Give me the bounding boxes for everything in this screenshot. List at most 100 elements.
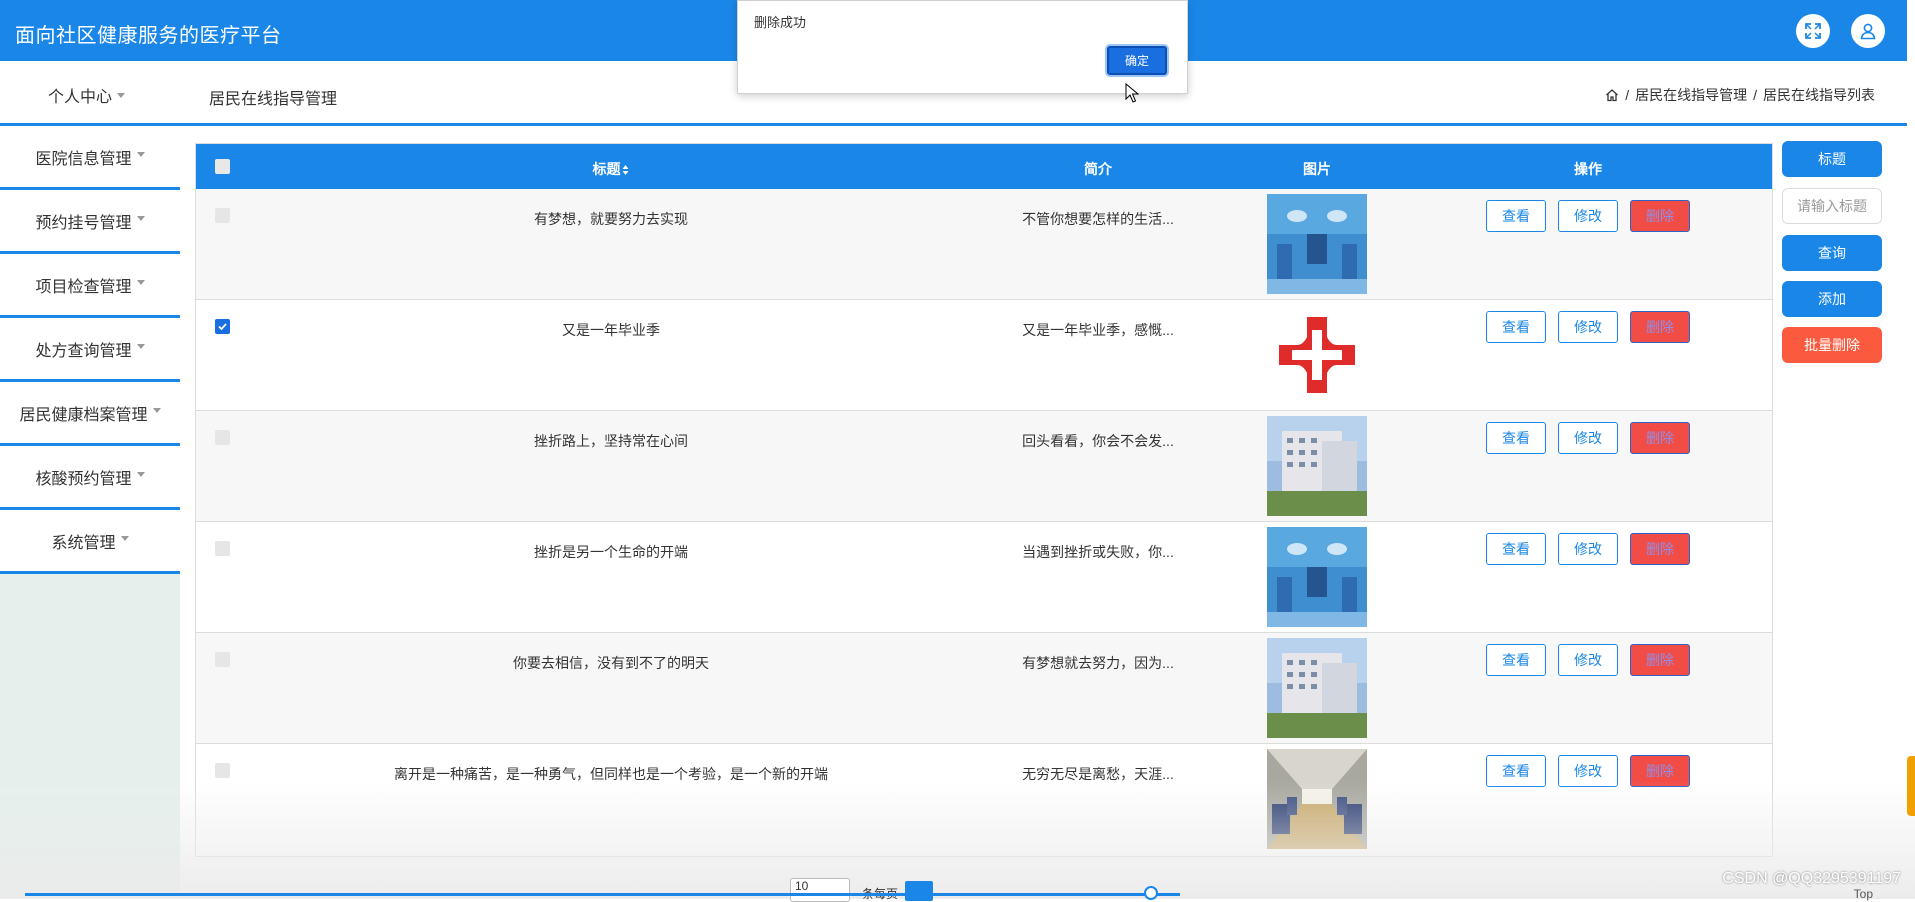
row-title: 你要去相信，没有到不了的明天 bbox=[513, 655, 709, 671]
sidebar-item-system[interactable]: 系统管理 bbox=[0, 510, 180, 574]
add-button[interactable]: 添加 bbox=[1782, 281, 1882, 317]
breadcrumb-separator: / bbox=[1753, 87, 1757, 103]
delete-button[interactable]: 删除 bbox=[1630, 644, 1690, 676]
user-icon-glyph bbox=[1860, 23, 1876, 40]
sidebar-item-label: 预约挂号管理 bbox=[35, 214, 132, 232]
ward-corridor-photo bbox=[1267, 749, 1367, 849]
hospital-building-photo bbox=[1267, 416, 1367, 516]
row-title: 有梦想，就要努力去实现 bbox=[534, 211, 688, 227]
chevron-down-icon bbox=[136, 344, 145, 349]
sidebar-item-hospital-info[interactable]: 医院信息管理 bbox=[0, 126, 180, 190]
row-intro: 又是一年毕业季，感慨... bbox=[1022, 322, 1174, 338]
chevron-down-icon bbox=[117, 93, 126, 99]
check-icon bbox=[218, 323, 227, 331]
row-title: 挫折路上，坚持常在心间 bbox=[534, 433, 688, 449]
home-icon[interactable] bbox=[1605, 88, 1619, 102]
row-intro: 当遇到挫折或失败，你... bbox=[1022, 544, 1174, 560]
sort-icon[interactable] bbox=[622, 164, 630, 176]
breadcrumb-item-list: 居民在线指导列表 bbox=[1763, 87, 1875, 103]
view-button[interactable]: 查看 bbox=[1486, 533, 1546, 565]
edit-button[interactable]: 修改 bbox=[1558, 533, 1618, 565]
breadcrumb: / 居民在线指导管理 / 居民在线指导列表 bbox=[1605, 85, 1875, 105]
chevron-down-icon bbox=[152, 408, 161, 413]
chevron-down-icon bbox=[136, 152, 145, 157]
table-row: 挫折是另一个生命的开端 当遇到挫折或失败，你... 查看 修改 删除 bbox=[196, 522, 1772, 633]
sidebar-item-label: 居民健康档案管理 bbox=[19, 406, 148, 424]
table-row: 你要去相信，没有到不了的明天 有梦想就去努力，因为... 查看 修改 删除 bbox=[196, 633, 1772, 744]
title-search-input[interactable] bbox=[1782, 188, 1882, 224]
side-edge-tab[interactable] bbox=[1907, 756, 1915, 816]
scroll-progress-bar bbox=[25, 893, 1180, 896]
edit-button[interactable]: 修改 bbox=[1558, 422, 1618, 454]
hospital-building-photo bbox=[1267, 638, 1367, 738]
chevron-down-icon bbox=[136, 216, 145, 221]
edit-button[interactable]: 修改 bbox=[1558, 200, 1618, 232]
column-header-title[interactable]: 标题 bbox=[593, 159, 630, 179]
red-cross-logo bbox=[1267, 305, 1367, 405]
table-row: 有梦想，就要努力去实现 不管你想要怎样的生活... 查看 修改 删除 bbox=[196, 189, 1772, 300]
page-title: 居民在线指导管理 bbox=[209, 91, 338, 108]
title-field-label: 标题 bbox=[1782, 141, 1882, 177]
operating-room-photo bbox=[1267, 527, 1367, 627]
edit-button[interactable]: 修改 bbox=[1558, 644, 1618, 676]
edit-button[interactable]: 修改 bbox=[1558, 311, 1618, 343]
delete-button[interactable]: 删除 bbox=[1630, 755, 1690, 787]
alert-dialog: 删除成功 确定 bbox=[737, 0, 1188, 94]
column-title-label: 标题 bbox=[592, 161, 621, 177]
view-button[interactable]: 查看 bbox=[1486, 200, 1546, 232]
dialog-ok-button[interactable]: 确定 bbox=[1107, 46, 1167, 75]
personal-center-menu[interactable]: 个人中心 bbox=[48, 83, 126, 107]
row-checkbox[interactable] bbox=[215, 430, 230, 445]
sidebar: 医院信息管理 预约挂号管理 项目检查管理 处方查询管理 居民健康档案管理 核酸预… bbox=[0, 126, 180, 899]
chevron-down-icon bbox=[120, 536, 129, 541]
chevron-down-icon bbox=[136, 472, 145, 477]
sidebar-item-health-records[interactable]: 居民健康档案管理 bbox=[0, 382, 180, 446]
sidebar-item-label: 项目检查管理 bbox=[35, 278, 132, 296]
dialog-message: 删除成功 bbox=[754, 15, 807, 30]
table-row: 挫折路上，坚持常在心间 回头看看，你会不会发... 查看 修改 删除 bbox=[196, 411, 1772, 522]
watermark: CSDN @QQ3295391197 bbox=[1722, 870, 1901, 887]
delete-button[interactable]: 删除 bbox=[1630, 311, 1690, 343]
row-intro: 有梦想就去努力，因为... bbox=[1022, 655, 1174, 671]
edit-button[interactable]: 修改 bbox=[1558, 755, 1618, 787]
user-icon[interactable] bbox=[1851, 14, 1885, 48]
sidebar-item-label: 医院信息管理 bbox=[35, 150, 132, 168]
delete-button[interactable]: 删除 bbox=[1630, 533, 1690, 565]
search-button[interactable]: 查询 bbox=[1782, 235, 1882, 271]
view-button[interactable]: 查看 bbox=[1486, 311, 1546, 343]
mouse-cursor-icon bbox=[1125, 83, 1139, 103]
table-row: 又是一年毕业季 又是一年毕业季，感慨... 查看 修改 删除 bbox=[196, 300, 1772, 411]
row-checkbox[interactable] bbox=[215, 208, 230, 223]
pager-button[interactable] bbox=[905, 881, 933, 901]
chevron-down-icon bbox=[136, 280, 145, 285]
row-checkbox[interactable] bbox=[215, 652, 230, 667]
row-checkbox-checked[interactable] bbox=[215, 319, 230, 334]
view-button[interactable]: 查看 bbox=[1486, 755, 1546, 787]
row-intro: 不管你想要怎样的生活... bbox=[1022, 211, 1174, 227]
sidebar-item-nucleic-acid[interactable]: 核酸预约管理 bbox=[0, 446, 180, 510]
row-intro: 无穷无尽是离愁，天涯... bbox=[1022, 766, 1174, 782]
row-title: 挫折是另一个生命的开端 bbox=[534, 544, 688, 560]
row-intro: 回头看看，你会不会发... bbox=[1022, 433, 1174, 449]
breadcrumb-item-management[interactable]: 居民在线指导管理 bbox=[1635, 85, 1747, 105]
fullscreen-icon[interactable] bbox=[1796, 14, 1830, 48]
sidebar-item-prescription[interactable]: 处方查询管理 bbox=[0, 318, 180, 382]
view-button[interactable]: 查看 bbox=[1486, 422, 1546, 454]
breadcrumb-separator: / bbox=[1625, 87, 1630, 103]
data-table: 标题 简介 图片 操作 有梦想，就要努力去实现 不管你想要怎样的生活... 查看… bbox=[195, 143, 1773, 857]
row-checkbox[interactable] bbox=[215, 763, 230, 778]
row-title: 又是一年毕业季 bbox=[562, 322, 660, 338]
scroll-progress-handle[interactable] bbox=[1144, 886, 1158, 900]
delete-button[interactable]: 删除 bbox=[1630, 422, 1690, 454]
select-all-checkbox[interactable] bbox=[215, 159, 230, 174]
batch-delete-button[interactable]: 批量删除 bbox=[1782, 327, 1882, 363]
view-button[interactable]: 查看 bbox=[1486, 644, 1546, 676]
page-size-select[interactable]: 10 bbox=[790, 878, 850, 902]
table-row: 离开是一种痛苦，是一种勇气，但同样也是一个考验，是一个新的开端 无穷无尽是离愁，… bbox=[196, 744, 1772, 855]
delete-button[interactable]: 删除 bbox=[1630, 200, 1690, 232]
row-checkbox[interactable] bbox=[215, 541, 230, 556]
sidebar-item-label: 处方查询管理 bbox=[35, 342, 132, 360]
sidebar-item-appointment[interactable]: 预约挂号管理 bbox=[0, 190, 180, 254]
column-header-actions: 操作 bbox=[1574, 161, 1602, 177]
sidebar-item-inspection[interactable]: 项目检查管理 bbox=[0, 254, 180, 318]
